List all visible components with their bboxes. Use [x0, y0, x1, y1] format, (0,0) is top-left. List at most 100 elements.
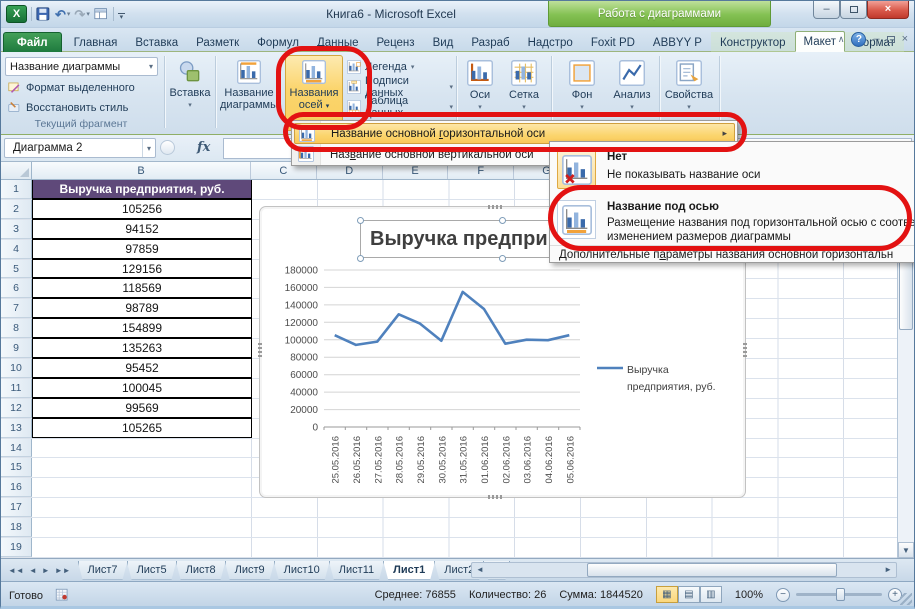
row-header-1[interactable]: 1 — [1, 180, 32, 199]
tab-Формул[interactable]: Формул — [248, 32, 308, 52]
minimize-button[interactable]: – — [813, 1, 840, 19]
row-header-15[interactable]: 15 — [1, 458, 32, 477]
zoom-slider-thumb[interactable] — [836, 588, 845, 601]
row-header-11[interactable]: 11 — [1, 379, 32, 398]
row-header-13[interactable]: 13 — [1, 419, 32, 438]
macro-record-icon[interactable] — [55, 588, 70, 603]
first-sheet-icon[interactable]: ◄◄ — [8, 566, 24, 575]
row-header-9[interactable]: 9 — [1, 339, 32, 358]
minimize-ribbon-icon[interactable]: ∧ — [838, 34, 845, 45]
save-icon[interactable] — [36, 7, 51, 22]
submenu-item-more-options[interactable]: Дополнительные параметры названия основн… — [550, 245, 915, 263]
row-header-17[interactable]: 17 — [1, 498, 32, 517]
cell-B3[interactable]: 94152 — [32, 219, 252, 239]
row-header-19[interactable]: 19 — [1, 538, 32, 557]
scroll-right-icon[interactable]: ► — [884, 565, 892, 574]
workbook-restore-icon[interactable] — [887, 36, 895, 43]
selection-handle[interactable] — [499, 255, 506, 262]
help-icon[interactable]: ? — [851, 32, 866, 47]
horizontal-scroll-thumb[interactable] — [587, 563, 837, 577]
submenu-item-title-below-axis[interactable]: Название под осью Размещение названия по… — [550, 195, 915, 245]
column-header-B[interactable]: B — [32, 162, 251, 179]
cell-B2[interactable]: 105256 — [32, 199, 252, 219]
workbook-minimize-icon[interactable]: – — [873, 34, 879, 45]
insert-button[interactable]: Вставка ▾ — [167, 55, 213, 131]
sheet-tab-Лист7[interactable]: Лист7 — [78, 561, 128, 580]
selection-handle[interactable] — [357, 255, 364, 262]
row-header-12[interactable]: 12 — [1, 399, 32, 418]
page-break-view-button[interactable]: ▥ — [700, 586, 722, 603]
excel-logo-icon[interactable]: X — [6, 5, 27, 23]
chevron-down-icon[interactable]: ▾ — [142, 139, 155, 157]
prev-sheet-icon[interactable]: ◄ — [29, 566, 37, 575]
cancel-entry-button[interactable] — [160, 140, 175, 155]
tab-Файл[interactable]: Файл — [3, 32, 62, 52]
cell-B13[interactable]: 105265 — [32, 418, 252, 438]
cell-B10[interactable]: 95452 — [32, 358, 252, 378]
chart-title-button[interactable]: Названиедиаграммы — [219, 55, 279, 131]
cell-B7[interactable]: 98789 — [32, 298, 252, 318]
scroll-left-icon[interactable]: ◄ — [476, 565, 484, 574]
horizontal-scrollbar[interactable]: ◄ ► — [471, 562, 897, 578]
tab-Вставка[interactable]: Вставка — [126, 32, 187, 52]
cell-B6[interactable]: 118569 — [32, 278, 252, 298]
cell-B5[interactable]: 129156 — [32, 259, 252, 279]
tab-Разметк[interactable]: Разметк — [187, 32, 248, 52]
tab-ABBYY P[interactable]: ABBYY P — [644, 32, 711, 52]
normal-view-button[interactable]: ▦ — [656, 586, 678, 603]
scroll-down-icon[interactable]: ▼ — [898, 542, 914, 558]
data-labels-button[interactable]: Подписи данных▾ — [347, 77, 453, 97]
cell-B1[interactable]: Выручка предприятия, руб. — [32, 180, 252, 199]
row-header-18[interactable]: 18 — [1, 518, 32, 537]
legend-button[interactable]: Легенда▾ — [347, 57, 453, 77]
tab-Данные[interactable]: Данные — [308, 32, 368, 52]
reset-style-button[interactable]: Восстановить стиль — [5, 98, 131, 117]
sheet-tab-Лист5[interactable]: Лист5 — [127, 561, 177, 580]
zoom-level[interactable]: 100% — [735, 589, 763, 601]
row-header-4[interactable]: 4 — [1, 240, 32, 259]
cell-B9[interactable]: 135263 — [32, 338, 252, 358]
row-header-2[interactable]: 2 — [1, 200, 32, 219]
chart-element-combobox[interactable]: Название диаграммы ▾ — [5, 57, 158, 76]
row-header-5[interactable]: 5 — [1, 260, 32, 279]
select-all-corner[interactable] — [1, 162, 32, 179]
page-layout-view-button[interactable]: ▤ — [678, 586, 700, 603]
row-header-7[interactable]: 7 — [1, 299, 32, 318]
table-view-icon[interactable] — [94, 7, 109, 22]
tab-Разраб[interactable]: Разраб — [462, 32, 518, 52]
tab-Главная[interactable]: Главная — [65, 32, 127, 52]
row-header-14[interactable]: 14 — [1, 439, 32, 458]
sheet-tab-Лист10[interactable]: Лист10 — [274, 561, 330, 580]
row-header-16[interactable]: 16 — [1, 478, 32, 497]
customize-qat-button[interactable]: ▾ — [118, 10, 125, 19]
selection-handle[interactable] — [357, 217, 364, 224]
cell-B8[interactable]: 154899 — [32, 318, 252, 338]
restore-button[interactable] — [840, 1, 867, 19]
next-sheet-icon[interactable]: ► — [42, 566, 50, 575]
cell-B4[interactable]: 97859 — [32, 239, 252, 259]
zoom-out-button[interactable]: − — [776, 588, 790, 602]
resize-grip[interactable] — [900, 593, 912, 605]
sheet-tab-Лист11[interactable]: Лист11 — [329, 561, 384, 580]
last-sheet-icon[interactable]: ►► — [55, 566, 71, 575]
tab-Конструктор[interactable]: Конструктор — [711, 32, 795, 52]
row-header-10[interactable]: 10 — [1, 359, 32, 378]
row-header-6[interactable]: 6 — [1, 279, 32, 298]
submenu-item-none[interactable]: Нет Не показывать название оси — [550, 145, 915, 195]
workbook-close-icon[interactable]: × — [902, 34, 908, 45]
sheet-tab-Лист8[interactable]: Лист8 — [176, 561, 226, 580]
row-header-3[interactable]: 3 — [1, 220, 32, 239]
data-table-button[interactable]: Таблица данных▾ — [347, 97, 453, 117]
tab-Надстро[interactable]: Надстро — [519, 32, 582, 52]
sheet-tab-Лист1[interactable]: Лист1 — [383, 561, 435, 580]
name-box[interactable]: Диаграмма 2 ▾ — [4, 138, 156, 158]
cell-B12[interactable]: 99569 — [32, 398, 252, 418]
tab-Вид[interactable]: Вид — [424, 32, 463, 52]
close-button[interactable]: × — [867, 1, 909, 19]
row-header-8[interactable]: 8 — [1, 319, 32, 338]
insert-function-button[interactable]: fx — [197, 140, 210, 155]
sheet-tab-Лист9[interactable]: Лист9 — [225, 561, 275, 580]
redo-button[interactable]: ↷▾ — [74, 8, 89, 21]
cell-B11[interactable]: 100045 — [32, 378, 252, 398]
tab-Foxit PD[interactable]: Foxit PD — [582, 32, 644, 52]
